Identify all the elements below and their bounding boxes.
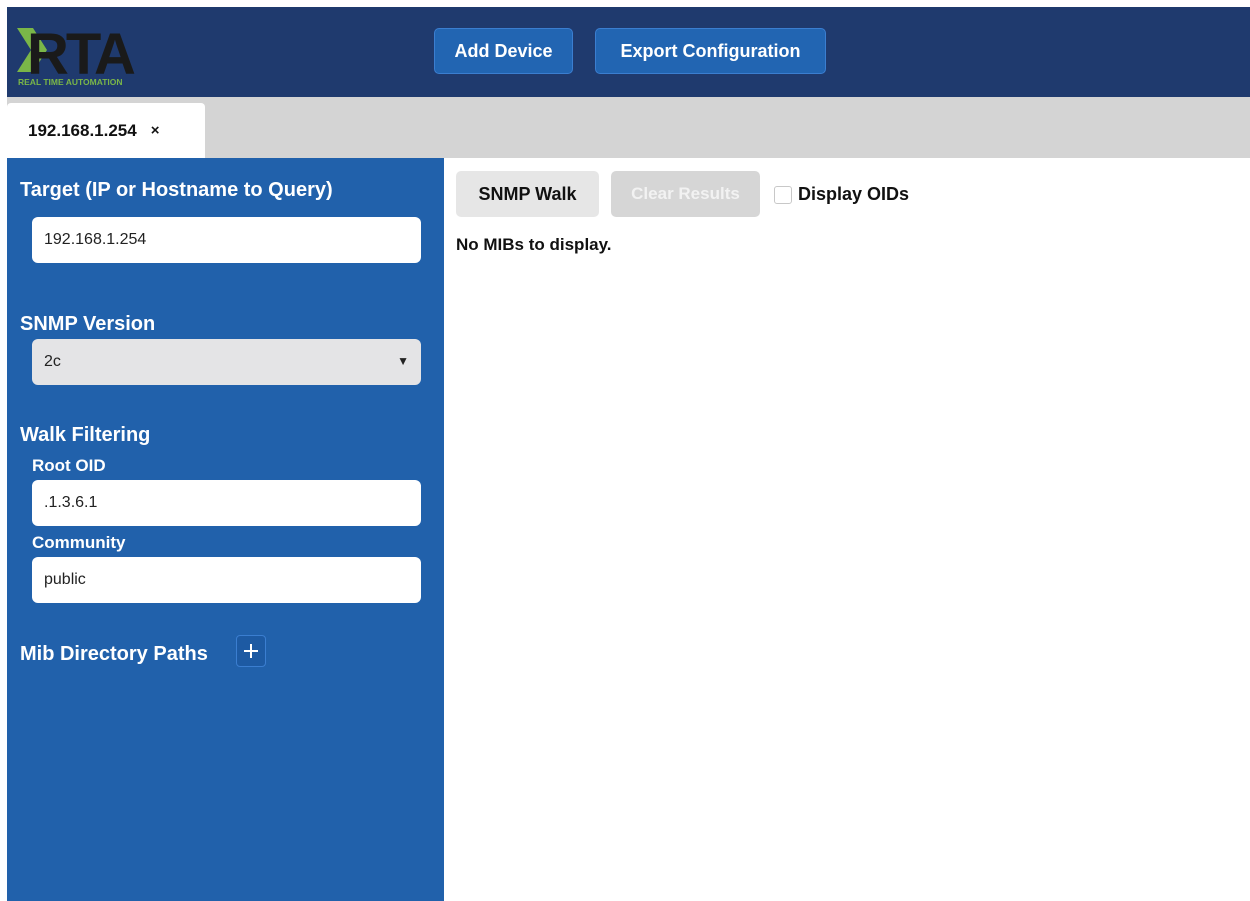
community-input[interactable] <box>32 557 421 603</box>
add-device-button[interactable]: Add Device <box>434 28 573 74</box>
svg-text:REAL TIME AUTOMATION: REAL TIME AUTOMATION <box>18 77 123 87</box>
walk-filtering-heading: Walk Filtering <box>20 424 151 446</box>
root-oid-input[interactable] <box>32 480 421 526</box>
mib-directory-paths-heading: Mib Directory Paths <box>20 643 208 665</box>
display-oids-checkbox[interactable] <box>774 186 792 204</box>
top-header: RTA REAL TIME AUTOMATION Add Device Expo… <box>7 7 1250 97</box>
snmp-version-heading: SNMP Version <box>20 313 156 335</box>
empty-results-message: No MIBs to display. <box>456 235 612 254</box>
tab-device[interactable]: 192.168.1.254 × <box>7 103 205 158</box>
rta-logo: RTA REAL TIME AUTOMATION <box>17 22 172 92</box>
snmp-version-value: 2c <box>44 353 61 370</box>
snmp-version-select[interactable]: 2c ▼ <box>32 339 421 385</box>
app-window: RTA REAL TIME AUTOMATION Add Device Expo… <box>0 0 1250 901</box>
export-configuration-button[interactable]: Export Configuration <box>595 28 826 74</box>
results-panel: SNMP Walk Clear Results Display OIDs No … <box>444 158 1250 901</box>
snmp-walk-button[interactable]: SNMP Walk <box>456 171 599 217</box>
display-oids-label: Display OIDs <box>798 184 910 204</box>
close-icon[interactable]: × <box>151 122 160 139</box>
plus-icon[interactable] <box>236 635 266 667</box>
clear-results-button[interactable]: Clear Results <box>611 171 760 217</box>
target-heading: Target (IP or Hostname to Query) <box>20 179 333 201</box>
target-input[interactable] <box>32 217 421 263</box>
config-sidebar: Target (IP or Hostname to Query) SNMP Ve… <box>7 158 444 901</box>
tab-bar: 192.168.1.254 × <box>7 97 1250 158</box>
caret-down-icon: ▼ <box>397 354 409 368</box>
tab-label: 192.168.1.254 <box>28 120 137 140</box>
root-oid-label: Root OID <box>32 456 106 475</box>
community-label: Community <box>32 533 126 552</box>
